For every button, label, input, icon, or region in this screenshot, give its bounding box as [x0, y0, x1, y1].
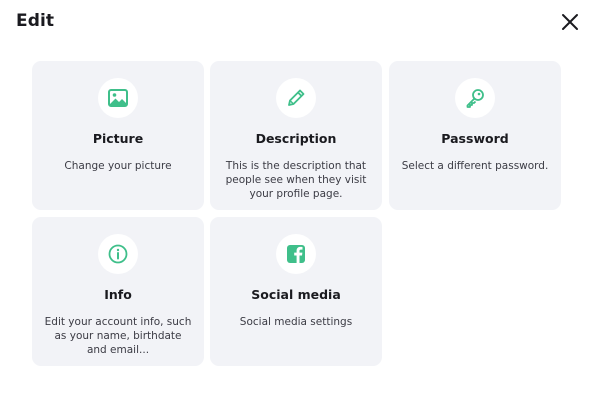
- card-icon-circle: [98, 234, 138, 274]
- card-title: Password: [441, 131, 509, 146]
- key-icon: [466, 89, 484, 108]
- card-description-settings[interactable]: Description This is the description that…: [210, 61, 382, 210]
- card-description: Select a different password.: [401, 160, 549, 172]
- card-title: Info: [104, 287, 132, 302]
- facebook-icon: [287, 245, 305, 263]
- close-icon: [562, 14, 578, 30]
- edit-dialog: Edit Picture Change your picture Descrip…: [0, 0, 595, 401]
- card-title: Picture: [92, 131, 144, 146]
- card-icon-circle: [455, 78, 495, 118]
- card-icon-circle: [276, 78, 316, 118]
- card-description: Edit your account info, such as your nam…: [44, 316, 192, 356]
- card-icon-circle: [276, 234, 316, 274]
- card-description: Social media settings: [239, 316, 353, 328]
- pencil-icon: [288, 89, 305, 106]
- card-title: Description: [255, 131, 337, 146]
- dialog-title: Edit: [16, 11, 55, 31]
- image-icon: [108, 89, 128, 107]
- card-password[interactable]: Password Select a different password.: [389, 61, 561, 210]
- card-social-media[interactable]: Social media Social media settings: [210, 217, 382, 366]
- card-title: Social media: [251, 287, 341, 302]
- card-description: This is the description that people see …: [225, 160, 367, 200]
- info-icon: [108, 244, 128, 264]
- card-icon-circle: [98, 78, 138, 118]
- card-info[interactable]: Info Edit your account info, such as you…: [32, 217, 204, 366]
- card-description: Change your picture: [64, 160, 172, 172]
- close-button[interactable]: [559, 11, 581, 33]
- card-picture[interactable]: Picture Change your picture: [32, 61, 204, 210]
